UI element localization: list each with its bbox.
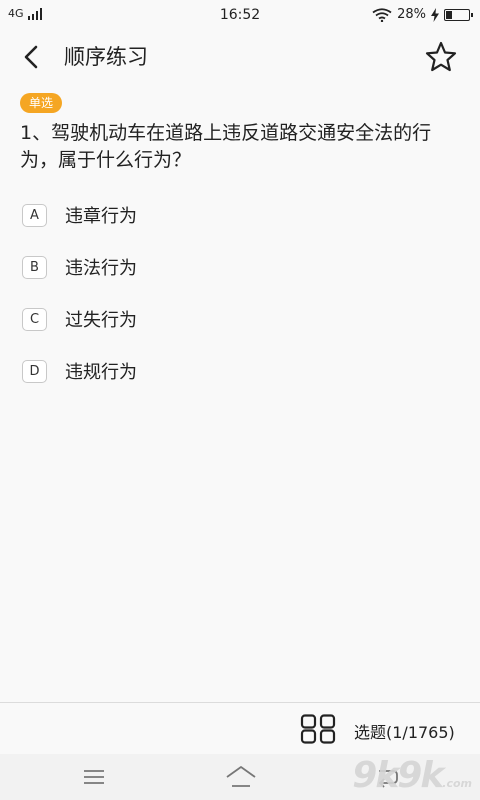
back-arrow-icon[interactable] — [16, 42, 46, 72]
wifi-icon — [372, 7, 392, 22]
option-letter: C — [22, 307, 47, 331]
header: 顺序练习 — [0, 32, 480, 82]
option-text: 过失行为 — [65, 310, 137, 331]
star-icon[interactable] — [424, 40, 458, 74]
bottom-toolbar: 选题(1/1765) — [0, 702, 480, 754]
option-text: 违规行为 — [65, 362, 137, 383]
option-a[interactable]: A 违章行为 — [22, 200, 462, 230]
system-nav-bar: 9k9k.com — [0, 754, 480, 800]
option-letter: B — [22, 255, 47, 279]
menu-icon[interactable] — [82, 766, 106, 788]
option-text: 违法行为 — [65, 258, 137, 279]
system-indicators: 28% — [372, 7, 473, 22]
option-text: 违章行为 — [65, 206, 137, 227]
charging-icon — [431, 7, 439, 22]
question-text: 1、驾驶机动车在道路上违反道路交通安全法的行为，属于什么行为？ — [20, 122, 432, 171]
option-letter: D — [22, 359, 47, 383]
battery-percent: 28% — [397, 7, 426, 22]
watermark-logo: 9k9k.com — [352, 755, 472, 796]
option-b[interactable]: B 违法行为 — [22, 252, 462, 282]
home-icon[interactable] — [224, 764, 258, 790]
grid-icon[interactable] — [300, 714, 336, 744]
battery-icon — [444, 8, 473, 21]
option-letter: A — [22, 203, 47, 227]
option-d[interactable]: D 违规行为 — [22, 356, 462, 386]
page-title: 顺序练习 — [64, 45, 148, 69]
battery-level — [446, 10, 452, 19]
option-c[interactable]: C 过失行为 — [22, 304, 462, 334]
status-bar: 4G 16:52 28% — [0, 0, 480, 32]
question-progress[interactable]: 选题(1/1765) — [354, 719, 455, 743]
question-type-badge: 单选 — [20, 93, 63, 113]
